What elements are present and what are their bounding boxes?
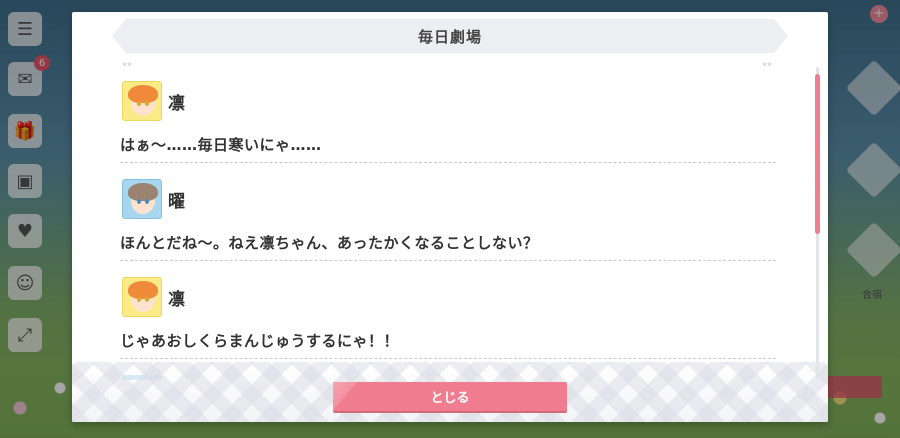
rin-avatar: [122, 81, 162, 121]
scrollbar-thumb[interactable]: [815, 74, 820, 234]
speaker-row: 凛: [122, 277, 185, 317]
dialogue-line: ほんとだね〜。ねえ凛ちゃん、あったかくなることしない？: [120, 234, 539, 252]
close-button[interactable]: とじる: [333, 382, 567, 411]
speaker-row: 凛: [122, 81, 185, 121]
dialogue-entry: 凛 はぁ〜……毎日寒いにゃ……: [116, 70, 780, 168]
speaker-row: 曜: [122, 179, 185, 219]
you-avatar: [122, 179, 162, 219]
speaker-name: 凛: [168, 93, 185, 114]
rin-avatar: [122, 277, 162, 317]
divider: [120, 162, 776, 163]
dialogue-line: じゃあおしくらまんじゅうするにゃ！！: [120, 332, 400, 350]
sparkle-icon: ⁎⁎: [122, 58, 132, 69]
daily-theater-dialog: 毎日劇場 ⁎⁎ ⁎⁎ 凛 はぁ〜……毎日寒いにゃ…… 曜 ほんとだね〜。ねえ凛ち…: [72, 12, 828, 422]
dialog-title: 毎日劇場: [417, 27, 482, 46]
speaker-name: 凛: [168, 289, 185, 310]
speaker-name: 曜: [168, 191, 185, 212]
sparkle-icon: ⁎⁎: [762, 58, 772, 69]
dialogue-entry: 曜 ほんとだね〜。ねえ凛ちゃん、あったかくなることしない？: [116, 168, 780, 266]
divider: [120, 358, 776, 359]
title-bar: 毎日劇場: [112, 19, 788, 53]
dialogue-entry: 凛 じゃあおしくらまんじゅうするにゃ！！: [116, 266, 780, 364]
divider: [120, 260, 776, 261]
dialogue-list[interactable]: 凛 はぁ〜……毎日寒いにゃ…… 曜 ほんとだね〜。ねえ凛ちゃん、あったかくなるこ…: [116, 70, 780, 380]
dialogue-line: はぁ〜……毎日寒いにゃ……: [120, 136, 322, 154]
